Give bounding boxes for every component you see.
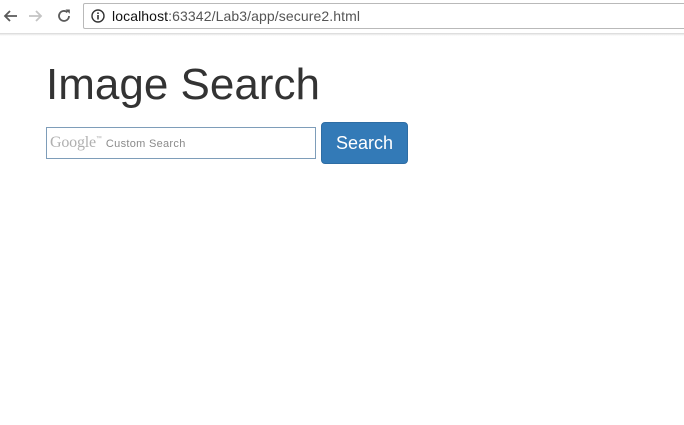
url-text[interactable]: localhost:63342/Lab3/app/secure2.html xyxy=(112,8,360,24)
address-bar[interactable]: localhost:63342/Lab3/app/secure2.html xyxy=(83,3,684,29)
arrow-right-icon xyxy=(29,10,43,22)
trademark-mark: ™ xyxy=(95,136,102,142)
reload-icon xyxy=(58,9,70,22)
reload-button[interactable] xyxy=(54,6,74,26)
browser-toolbar: localhost:63342/Lab3/app/secure2.html xyxy=(0,0,684,33)
info-icon[interactable] xyxy=(91,9,105,23)
toolbar-divider xyxy=(0,33,684,36)
page-title: Image Search xyxy=(46,60,320,109)
arrow-left-icon xyxy=(3,10,17,22)
google-logo: Google xyxy=(50,134,96,151)
url-host: localhost xyxy=(112,8,169,24)
search-button[interactable]: Search xyxy=(321,122,408,164)
search-input[interactable]: Google ™ Custom Search xyxy=(46,127,316,159)
back-button[interactable] xyxy=(0,6,20,26)
google-custom-search-watermark: Google ™ Custom Search xyxy=(50,134,186,152)
custom-search-label: Custom Search xyxy=(105,138,186,150)
forward-button[interactable] xyxy=(26,6,46,26)
url-path: :63342/Lab3/app/secure2.html xyxy=(168,8,361,24)
